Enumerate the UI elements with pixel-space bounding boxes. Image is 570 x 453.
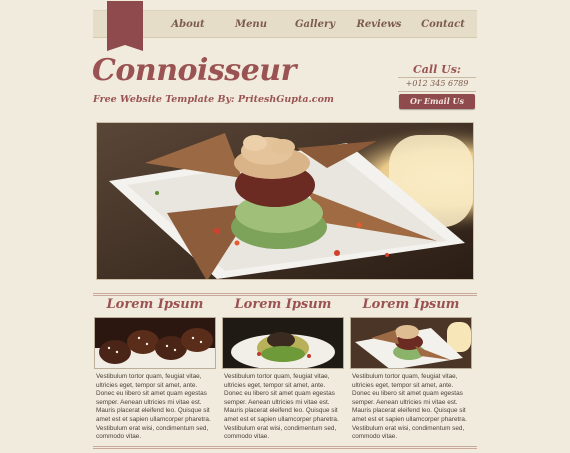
body-line: amet est et sapien ullamcorper pharetra. xyxy=(352,415,467,423)
body-line: ultricies eget, tempor sit amet, ante. xyxy=(224,381,326,389)
body-line: Donec eu libero sit amet quam egestas xyxy=(224,390,335,398)
feature-column-3: Lorem Ipsum Vestibulum tortor quam, feug… xyxy=(350,297,472,442)
column-title: Lorem Ipsum xyxy=(106,297,204,312)
column-title: Lorem Ipsum xyxy=(234,297,332,312)
feature-column-1: Lorem Ipsum Vestibulum tortor quam, feug… xyxy=(94,297,216,442)
site-tagline: Free Website Template By: PriteshGupta.c… xyxy=(93,94,334,105)
body-line: Donec eu libero sit amet quam egestas xyxy=(352,390,463,398)
body-line: Mauris placerat eleifend leo. Quisque si… xyxy=(224,407,338,415)
phone-number: +012 345 6789 xyxy=(398,79,476,92)
body-line: semper. Aenean ultricies mi vitae est. xyxy=(96,398,202,406)
nav-item-reviews[interactable]: Reviews xyxy=(349,11,409,39)
bottom-divider xyxy=(93,446,477,449)
feature-column-2: Lorem Ipsum Vestibulum tortor quam, feug… xyxy=(222,297,344,442)
body-line: Vestibulum erat wisi, condimentum sed, xyxy=(352,424,465,432)
column-body: Vestibulum tortor quam, feugiat vitae, u… xyxy=(222,373,344,442)
body-line: semper. Aenean ultricies mi vitae est. xyxy=(352,398,458,406)
body-line: Vestibulum erat wisi, condimentum sed, xyxy=(96,424,209,432)
nav-item-about[interactable]: About xyxy=(158,11,218,39)
top-divider xyxy=(93,293,477,296)
nav-item-menu[interactable]: Menu xyxy=(221,11,281,39)
call-us-label: Call Us: xyxy=(398,63,476,78)
body-line: Vestibulum tortor quam, feugiat vitae, xyxy=(96,373,202,380)
body-line: ultricies eget, tempor sit amet, ante. xyxy=(352,381,454,389)
body-line: Vestibulum tortor quam, feugiat vitae, xyxy=(224,373,330,380)
chocolate-dessert-image xyxy=(94,317,216,369)
column-body: Vestibulum tortor quam, feugiat vitae, u… xyxy=(350,373,472,442)
body-line: Mauris placerat eleifend leo. Quisque si… xyxy=(352,407,466,415)
nav-item-gallery[interactable]: Gallery xyxy=(285,11,345,39)
body-line: commodo vitae. xyxy=(224,433,270,441)
body-line: ultricies eget, tempor sit amet, ante. xyxy=(96,381,198,389)
column-title: Lorem Ipsum xyxy=(362,297,460,312)
email-us-button[interactable]: Or Email Us xyxy=(399,94,475,109)
body-line: Mauris placerat eleifend leo. Quisque si… xyxy=(96,407,210,415)
body-line: commodo vitae. xyxy=(352,433,398,441)
salad-plate-image xyxy=(222,317,344,369)
body-line: semper. Aenean ultricies mi vitae est. xyxy=(224,398,330,406)
tartare-plate-image xyxy=(350,317,472,369)
body-line: Vestibulum tortor quam, feugiat vitae, xyxy=(352,373,458,380)
body-line: amet est et sapien ullamcorper pharetra. xyxy=(96,415,211,423)
nav-item-contact[interactable]: Contact xyxy=(413,11,473,39)
body-line: commodo vitae. xyxy=(96,433,142,441)
body-line: amet est et sapien ullamcorper pharetra. xyxy=(224,415,339,423)
site-logo[interactable]: Connoisseur xyxy=(92,53,296,88)
main-nav: Home About Menu Gallery Reviews Contact xyxy=(93,1,477,51)
nav-item-home[interactable]: Home xyxy=(107,1,143,51)
column-body: Vestibulum tortor quam, feugiat vitae, u… xyxy=(94,373,216,442)
body-line: Vestibulum erat wisi, condimentum sed, xyxy=(224,424,337,432)
body-line: Donec eu libero sit amet quam egestas xyxy=(96,390,207,398)
hero-food-image xyxy=(96,122,474,280)
